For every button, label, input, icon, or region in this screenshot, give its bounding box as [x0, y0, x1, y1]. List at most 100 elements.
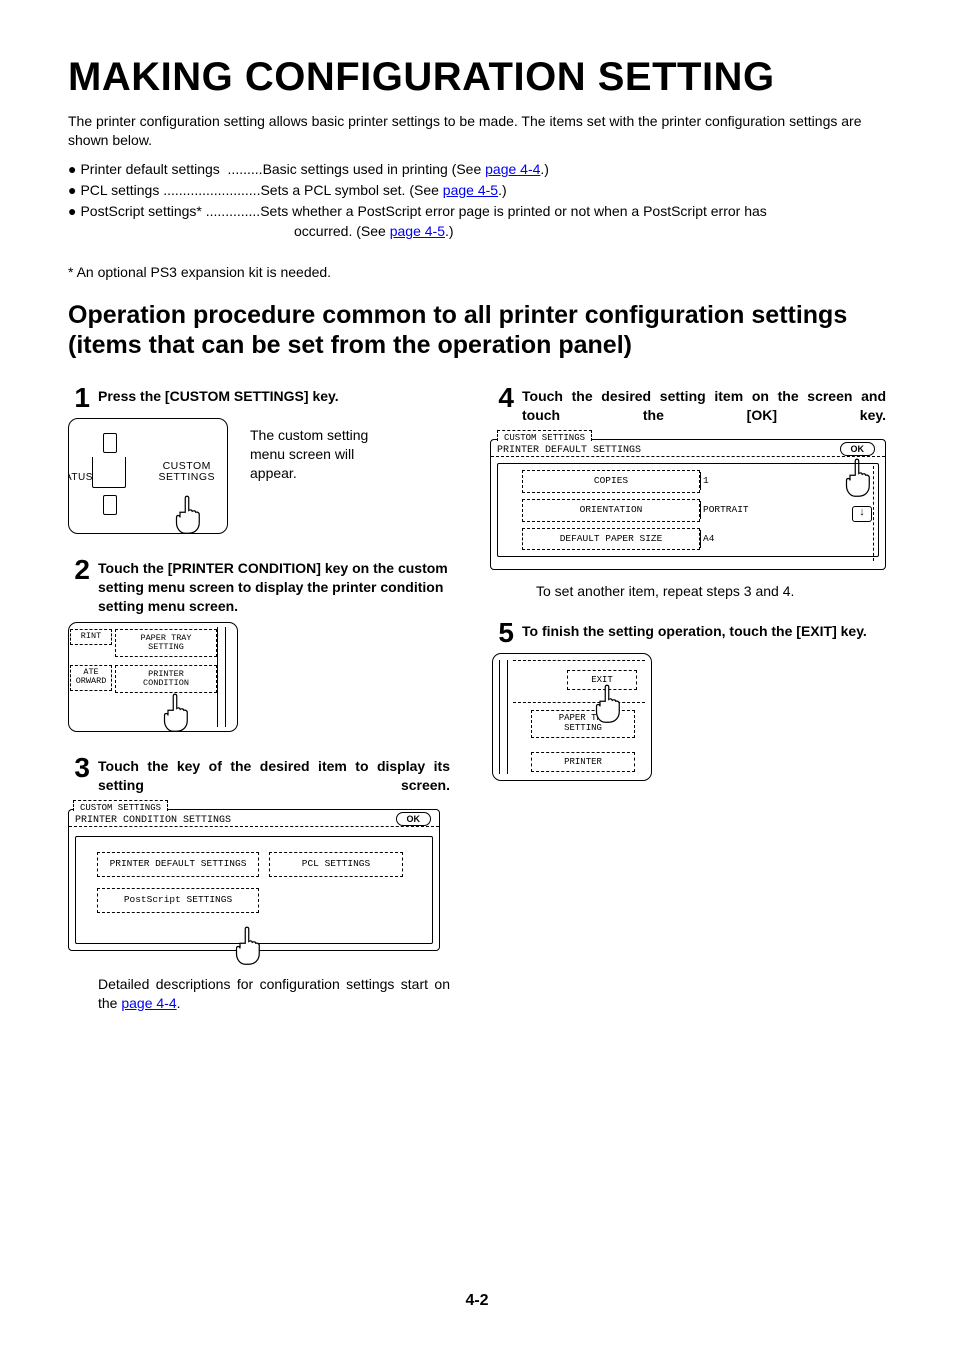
detail-post: . [177, 995, 181, 1011]
bullet-item: ● PostScript settings* .............. Se… [68, 202, 886, 221]
step-title: Touch the [PRINTER CONDITION] key on the… [98, 556, 450, 616]
bullet-label: PCL settings ......................... [80, 181, 260, 200]
setting-row: COPIES 1 [504, 470, 838, 493]
panel-divider [499, 660, 500, 774]
step-number: 2 [68, 556, 90, 584]
ok-button[interactable]: OK [396, 812, 432, 826]
step-detail: Detailed descriptions for configuration … [98, 975, 450, 1013]
printer-default-settings-button[interactable]: PRINTER DEFAULT SETTINGS [97, 852, 259, 877]
bullet-label: Printer default settings ......... [80, 160, 262, 179]
page-title: MAKING CONFIGURATION SETTING [68, 50, 886, 104]
bullet-continuation: occurred. (See page 4-5.) [68, 222, 886, 241]
row-divider [700, 472, 701, 490]
panel-divider [217, 627, 218, 727]
default-settings-screen: CUSTOM SETTINGS PRINTER DEFAULT SETTINGS… [490, 439, 886, 570]
hand-icon [589, 682, 625, 724]
panel-rect-icon [103, 433, 117, 453]
step-number: 1 [68, 384, 90, 412]
condition-settings-screen: CUSTOM SETTINGS PRINTER CONDITION SETTIN… [68, 809, 440, 951]
bullet-dot: ● [68, 181, 76, 200]
hand-icon [169, 493, 205, 534]
row-divider [700, 501, 701, 519]
page-link[interactable]: page 4-5 [390, 223, 445, 239]
bullet-item: ● PCL settings .........................… [68, 181, 886, 200]
copies-value: 1 [703, 475, 709, 488]
bullet-item: ● Printer default settings ......... Bas… [68, 160, 886, 179]
panel-rect-icon [103, 495, 117, 515]
ok-button[interactable]: OK [840, 442, 876, 456]
scroll-track [873, 466, 875, 561]
custom-settings-label: CUSTOM SETTINGS [158, 461, 215, 483]
printer-condition-panel: RINT ATE ORWARD PAPER TRAYSETTING PRINTE… [68, 622, 238, 732]
bullet-dot: ● [68, 202, 76, 221]
cs-label-2: SETTINGS [158, 471, 215, 483]
paper-size-value: A4 [703, 533, 714, 546]
step-4: 4 Touch the desired setting item on the … [492, 384, 886, 601]
step-title: Touch the desired setting item on the sc… [522, 384, 886, 425]
step-side-text: The custom setting menu screen will appe… [250, 418, 390, 483]
step-title: Press the [CUSTOM SETTINGS] key. [98, 384, 339, 406]
status-label: ATUS [68, 471, 93, 485]
step-2: 2 Touch the [PRINTER CONDITION] key on t… [68, 556, 450, 732]
bullet-desc-pre: Basic settings used in printing (See [263, 161, 486, 177]
custom-settings-panel: ATUS CUSTOM SETTINGS [68, 418, 228, 534]
step-number: 4 [492, 384, 514, 412]
hand-icon [229, 924, 265, 966]
screen-body: COPIES 1 ORIENTATION PORTRAIT DEFAULT PA… [497, 463, 879, 557]
bullet-desc-post: .) [445, 223, 454, 239]
bullet-label: PostScript settings* .............. [80, 202, 260, 221]
postscript-settings-button[interactable]: PostScript SETTINGS [97, 888, 259, 913]
page-link[interactable]: page 4-4 [485, 161, 540, 177]
panel-left-label: ATE ORWARD [70, 665, 112, 691]
printer-button[interactable]: PRINTER [531, 752, 635, 772]
b2b: CONDITION [143, 678, 189, 688]
step-number: 5 [492, 619, 514, 647]
pts2: SETTING [564, 723, 602, 733]
step-number: 3 [68, 754, 90, 782]
panel-left-label: RINT [70, 629, 112, 645]
bullet-desc-post: .) [498, 182, 507, 198]
orientation-button[interactable]: ORIENTATION [522, 499, 700, 522]
step-title: To finish the setting operation, touch t… [522, 619, 867, 641]
section-heading: Operation procedure common to all printe… [68, 300, 886, 360]
exit-panel: EXIT PAPER TRA SETTING PRINTER [492, 653, 652, 781]
screen-tab: CUSTOM SETTINGS [73, 800, 168, 811]
bullet-desc: Sets whether a PostScript error page is … [260, 202, 767, 221]
step-title: Touch the key of the desired item to dis… [98, 754, 450, 795]
pcl-settings-button[interactable]: PCL SETTINGS [269, 852, 403, 877]
panel-baseline-icon [92, 457, 126, 488]
paper-size-button[interactable]: DEFAULT PAPER SIZE [522, 528, 700, 551]
bullet-dot: ● [68, 160, 76, 179]
bullet-desc-post: .) [540, 161, 549, 177]
page-link[interactable]: page 4-5 [443, 182, 498, 198]
hand-icon [157, 691, 193, 732]
printer-condition-button[interactable]: PRINTERCONDITION [115, 665, 217, 693]
panel-dash [513, 702, 645, 703]
setting-row: DEFAULT PAPER SIZE A4 [504, 528, 838, 551]
paper-tray-setting-button[interactable]: PAPER TRAYSETTING [115, 629, 217, 657]
screen-tab: CUSTOM SETTINGS [497, 430, 592, 441]
orientation-value: PORTRAIT [703, 504, 749, 517]
panel-divider [507, 660, 508, 774]
panel-dash [513, 660, 645, 661]
l2b: ORWARD [76, 676, 107, 686]
step-note: To set another item, repeat steps 3 and … [536, 582, 886, 601]
bullet-desc-pre: Sets a PCL symbol set. (See [260, 182, 442, 198]
page-number: 4-2 [68, 1290, 886, 1312]
step-5: 5 To finish the setting operation, touch… [492, 619, 886, 781]
bullet-cont-text: occurred. (See [294, 223, 390, 239]
step-1: 1 Press the [CUSTOM SETTINGS] key. ATUS … [68, 384, 450, 534]
bullet-list: ● Printer default settings ......... Bas… [68, 160, 886, 242]
bullet-desc: Sets a PCL symbol set. (See page 4-5.) [260, 181, 506, 200]
page-link[interactable]: page 4-4 [121, 995, 176, 1011]
copies-button[interactable]: COPIES [522, 470, 700, 493]
scroll-down-button[interactable]: ↓ [852, 506, 872, 522]
intro-text: The printer configuration setting allows… [68, 112, 886, 150]
footnote: * An optional PS3 expansion kit is neede… [68, 263, 886, 282]
bullet-desc: Basic settings used in printing (See pag… [263, 160, 549, 179]
b1b: SETTING [148, 642, 184, 652]
row-divider [700, 530, 701, 548]
step-3: 3 Touch the key of the desired item to d… [68, 754, 450, 1013]
panel-divider [225, 627, 226, 727]
setting-row: ORIENTATION PORTRAIT [504, 499, 838, 522]
